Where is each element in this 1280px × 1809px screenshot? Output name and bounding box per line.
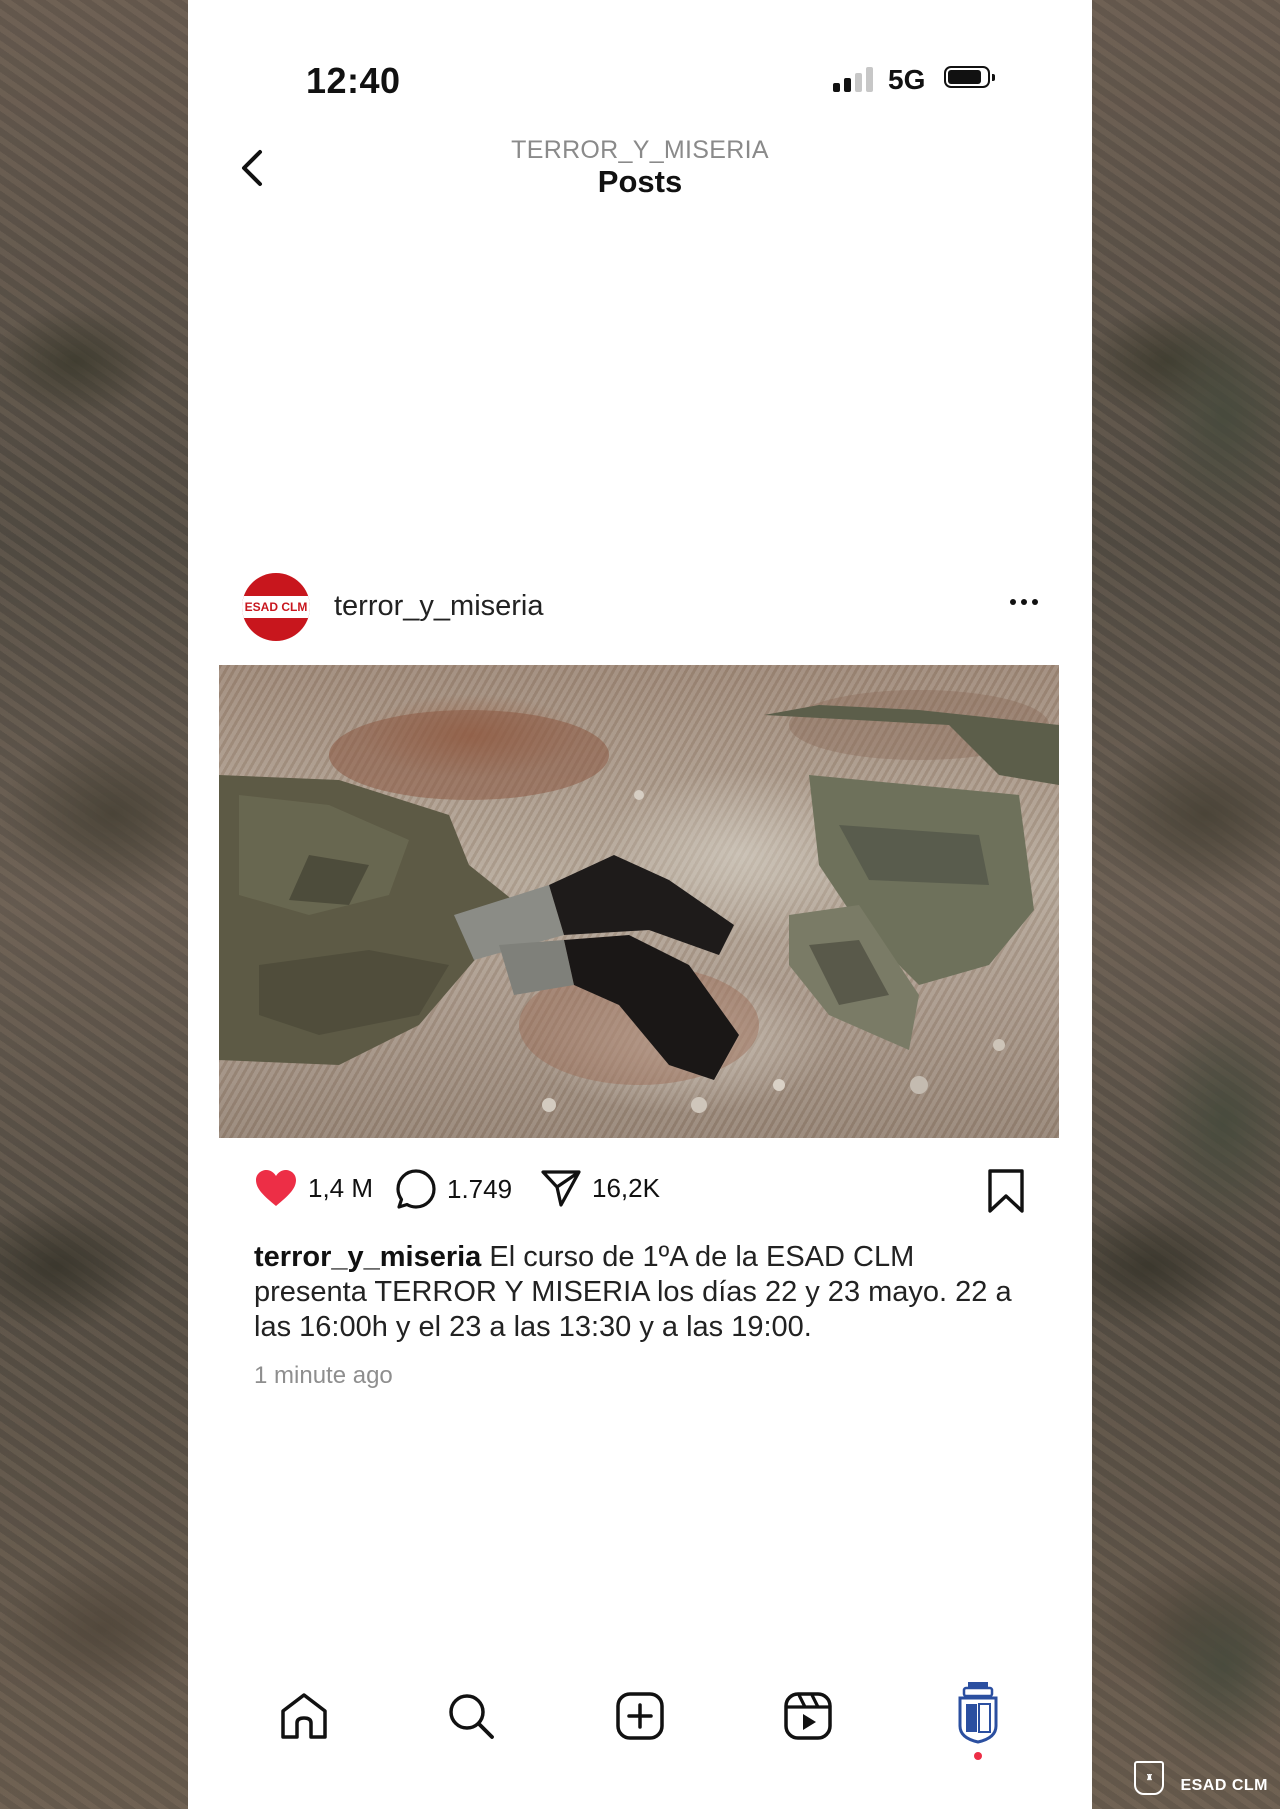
phone-screen: 12:40 5G TERROR_Y_MISERIA Posts ESAD CLM… bbox=[188, 0, 1092, 1809]
more-options-button[interactable] bbox=[1010, 599, 1038, 605]
save-button[interactable] bbox=[986, 1168, 1026, 1219]
esad-logo: ESAD CLM bbox=[1180, 1777, 1268, 1795]
posts-header: TERROR_Y_MISERIA Posts bbox=[188, 130, 1092, 210]
share-count: 16,2K bbox=[592, 1172, 660, 1203]
tab-search[interactable] bbox=[443, 1688, 499, 1744]
signal-icon bbox=[833, 66, 873, 92]
comment-button[interactable]: 1.749 bbox=[395, 1168, 512, 1210]
post-header: ESAD CLM terror_y_miseria bbox=[242, 573, 1038, 643]
post-caption: terror_y_miseria El curso de 1ºA de la E… bbox=[254, 1240, 1032, 1345]
tab-profile[interactable] bbox=[950, 1682, 1006, 1744]
esad-logo-text: ESAD CLM bbox=[1180, 1777, 1268, 1794]
more-icon-dot bbox=[1032, 599, 1038, 605]
home-icon bbox=[281, 1693, 327, 1739]
comment-count: 1.749 bbox=[447, 1173, 513, 1204]
background-photo-left bbox=[0, 0, 188, 1809]
comment-icon bbox=[396, 1169, 436, 1209]
tab-home[interactable] bbox=[276, 1688, 332, 1744]
like-button[interactable]: 1,4 M bbox=[254, 1168, 373, 1208]
notification-dot bbox=[974, 1752, 982, 1760]
header-account-name: TERROR_Y_MISERIA bbox=[511, 136, 769, 164]
heart-icon bbox=[256, 1170, 296, 1206]
post-photo-illustration bbox=[219, 690, 1059, 1113]
tab-reels[interactable] bbox=[780, 1688, 836, 1744]
post-timestamp: 1 minute ago bbox=[254, 1362, 393, 1389]
post-image[interactable] bbox=[219, 665, 1059, 1138]
status-time: 12:40 bbox=[306, 60, 401, 101]
more-icon-dot bbox=[1010, 599, 1016, 605]
avatar[interactable]: ESAD CLM bbox=[242, 573, 310, 641]
battery-icon bbox=[944, 66, 995, 88]
search-icon bbox=[449, 1694, 494, 1739]
bookmark-icon bbox=[988, 1169, 1024, 1213]
like-count: 1,4 M bbox=[308, 1172, 374, 1203]
share-button[interactable]: 16,2K bbox=[540, 1168, 660, 1208]
network-type: 5G bbox=[888, 64, 926, 95]
send-icon bbox=[541, 1170, 581, 1207]
bottom-tab-bar bbox=[188, 1682, 1092, 1768]
page-title: Posts bbox=[597, 164, 683, 199]
jccm-logo: ♜ bbox=[1134, 1761, 1165, 1795]
watermark-logos: ♜ ESAD CLM bbox=[1134, 1761, 1268, 1795]
background-photo-right: ♜ ESAD CLM bbox=[1092, 0, 1280, 1809]
more-icon-dot bbox=[1021, 599, 1027, 605]
post-username[interactable]: terror_y_miseria bbox=[334, 590, 544, 623]
caption-username[interactable]: terror_y_miseria bbox=[254, 1241, 481, 1273]
status-bar: 12:40 5G bbox=[188, 0, 1092, 140]
create-icon bbox=[616, 1692, 664, 1740]
tab-create[interactable] bbox=[612, 1688, 668, 1744]
avatar-logo-text: ESAD CLM bbox=[242, 596, 310, 618]
post-actions: 1,4 M 1.749 16,2K bbox=[254, 1168, 1026, 1218]
profile-icon bbox=[958, 1682, 998, 1744]
reels-icon bbox=[784, 1692, 832, 1740]
